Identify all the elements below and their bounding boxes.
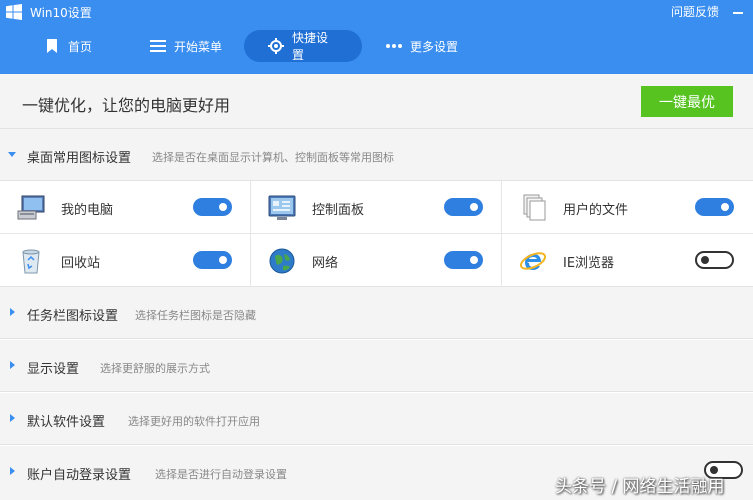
nav-start-menu-label: 开始菜单: [174, 39, 223, 54]
list-item: 控制面板: [251, 181, 502, 234]
bookmark-icon: [44, 38, 60, 54]
title-bar: Win10设置 问题反馈: [0, 0, 753, 24]
section-title: 桌面常用图标设置: [27, 151, 132, 166]
section-desc: 选择更好用的软件打开应用: [128, 415, 260, 428]
more-dots-icon: [386, 38, 402, 54]
section-display[interactable]: 显示设置 选择更舒服的展示方式: [0, 340, 753, 392]
windows-logo-icon: [6, 4, 22, 20]
user-files-toggle[interactable]: [695, 198, 734, 216]
minimize-button[interactable]: [728, 2, 748, 20]
feedback-link[interactable]: 问题反馈: [671, 3, 719, 20]
section-desc: 选择更舒服的展示方式: [100, 362, 210, 375]
network-icon: [269, 248, 295, 274]
recycle-bin-toggle[interactable]: [193, 251, 232, 269]
nav-more-settings[interactable]: 更多设置: [386, 30, 458, 62]
nav-quick-settings[interactable]: 快捷设置: [244, 30, 362, 62]
section-desc: 选择是否进行自动登录设置: [155, 468, 287, 481]
list-item: IE浏览器: [502, 234, 753, 287]
computer-toggle[interactable]: [193, 198, 232, 216]
nav-home-label: 首页: [68, 39, 93, 54]
ie-browser-icon: [519, 252, 547, 270]
section-title: 账户自动登录设置: [27, 468, 132, 483]
item-label: 回收站: [61, 256, 101, 271]
desktop-icon-grid: 我的电脑 控制面板 用户的文件 回收站 网络 IE浏览器: [0, 181, 753, 287]
list-item: 用户的文件: [502, 181, 753, 234]
user-files-icon: [523, 194, 546, 221]
watermark: 头条号 / 网络生活融用: [555, 477, 725, 497]
section-desc: 选择是否在桌面显示计算机、控制面板等常用图标: [152, 151, 394, 164]
list-item: 网络: [251, 234, 502, 287]
item-label: 控制面板: [312, 203, 365, 218]
item-label: IE浏览器: [563, 256, 615, 271]
section-taskbar-icons[interactable]: 任务栏图标设置 选择任务栏图标是否隐藏: [0, 287, 753, 339]
menu-icon: [150, 38, 166, 54]
section-title: 默认软件设置: [27, 415, 106, 430]
item-label: 网络: [312, 256, 339, 271]
app-title: Win10设置: [30, 6, 92, 20]
section-default-apps[interactable]: 默认软件设置 选择更好用的软件打开应用: [0, 393, 753, 445]
computer-icon: [17, 195, 45, 220]
control-panel-icon: [268, 195, 296, 220]
nav-more-settings-label: 更多设置: [410, 39, 459, 54]
nav-home[interactable]: 首页: [44, 30, 92, 62]
gear-icon: [268, 38, 284, 54]
item-label: 用户的文件: [563, 203, 629, 218]
one-click-optimize-button[interactable]: 一键最优: [641, 86, 733, 117]
page-title: 一键优化，让您的电脑更好用: [22, 96, 231, 115]
section-title: 任务栏图标设置: [27, 309, 119, 324]
caret-right-icon: [10, 361, 15, 369]
optimize-bar: 一键优化，让您的电脑更好用 一键最优: [0, 74, 753, 129]
caret-right-icon: [10, 308, 15, 316]
section-desc: 选择任务栏图标是否隐藏: [135, 309, 256, 322]
ie-browser-toggle[interactable]: [695, 251, 734, 269]
list-item: 回收站: [0, 234, 251, 287]
recycle-bin-icon: [22, 249, 40, 274]
network-toggle[interactable]: [444, 251, 483, 269]
caret-right-icon: [10, 414, 15, 422]
control-panel-toggle[interactable]: [444, 198, 483, 216]
section-title: 显示设置: [27, 362, 80, 377]
app-header: Win10设置 问题反馈 首页 开始菜单 快捷设置 更多设置: [0, 0, 753, 74]
list-item: 我的电脑: [0, 181, 251, 234]
item-label: 我的电脑: [61, 203, 114, 218]
nav-start-menu[interactable]: 开始菜单: [150, 30, 222, 62]
main-nav: 首页 开始菜单 快捷设置 更多设置: [0, 28, 753, 66]
caret-down-icon: [8, 152, 16, 157]
caret-right-icon: [10, 467, 15, 475]
section-desktop-icons[interactable]: 桌面常用图标设置 选择是否在桌面显示计算机、控制面板等常用图标: [0, 129, 753, 181]
nav-quick-settings-label: 快捷设置: [292, 31, 329, 62]
